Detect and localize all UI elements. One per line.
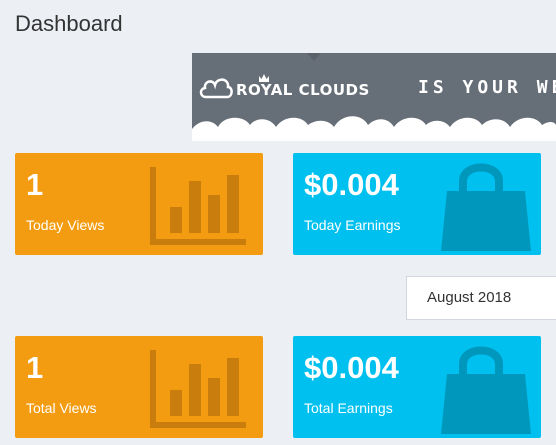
bar-chart-icon: [150, 350, 246, 428]
today-earnings-value: $0.004: [304, 167, 399, 202]
total-views-value: 1: [26, 350, 44, 385]
banner-brand: ROYAL CLOUDS: [236, 81, 370, 99]
today-views-card[interactable]: 1 Today Views: [15, 153, 263, 255]
today-earnings-card[interactable]: $0.004 Today Earnings: [293, 153, 541, 255]
bar-chart-icon: [150, 167, 246, 245]
today-earnings-label: Today Earnings: [304, 217, 401, 233]
page-title: Dashboard: [15, 11, 123, 36]
today-views-value: 1: [26, 167, 44, 202]
total-earnings-label: Total Earnings: [304, 400, 393, 416]
cloud-icon: [199, 78, 233, 99]
total-earnings-card[interactable]: $0.004 Total Earnings: [293, 336, 541, 438]
total-views-card[interactable]: 1 Total Views: [15, 336, 263, 438]
ad-banner[interactable]: ROYAL CLOUDS IS YOUR WE: [192, 53, 556, 141]
shopping-bag-icon: [441, 163, 531, 251]
banner-notch: [307, 53, 321, 61]
shopping-bag-icon: [441, 346, 531, 434]
today-views-label: Today Views: [26, 217, 105, 233]
banner-clouds: [192, 116, 556, 141]
month-select[interactable]: August 2018: [406, 276, 556, 320]
total-views-label: Total Views: [26, 400, 97, 416]
banner-tagline: IS YOUR WE: [418, 77, 556, 98]
total-earnings-value: $0.004: [304, 350, 399, 385]
